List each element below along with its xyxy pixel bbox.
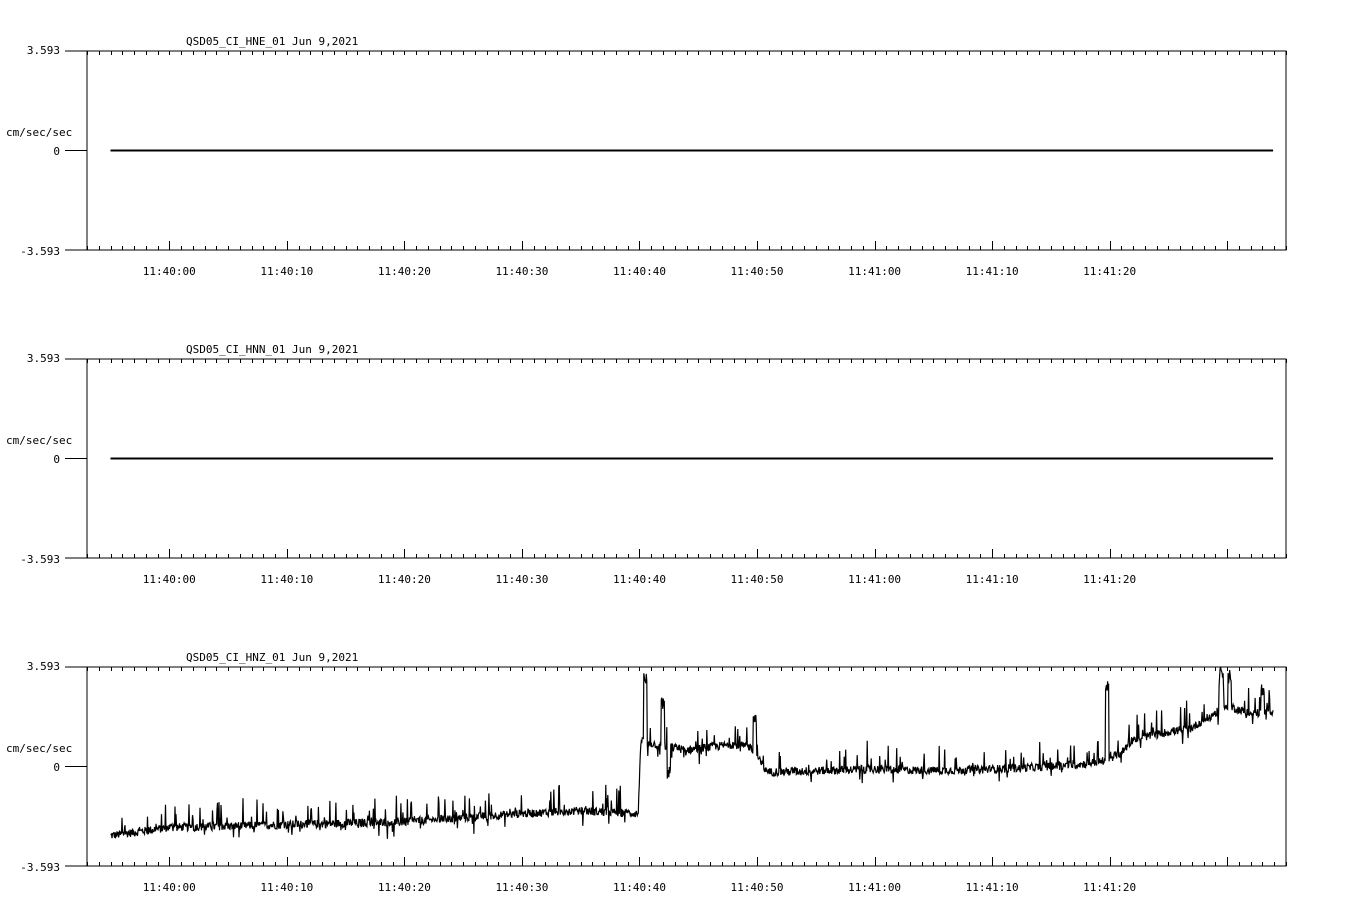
y-label: cm/sec/sec bbox=[6, 126, 72, 139]
y-label: cm/sec/sec bbox=[6, 742, 72, 755]
y-tick-label: -3.593 bbox=[20, 245, 60, 258]
x-tick-labels: 11:40:00 11:40:10 11:40:20 11:40:30 11:40:40… bbox=[143, 573, 1136, 586]
x-tick-label: 11:41:10 bbox=[966, 573, 1019, 586]
y-tick-label: 0 bbox=[53, 761, 60, 774]
y-tick-label: -3.593 bbox=[20, 553, 60, 566]
x-tick-label: 11:40:10 bbox=[260, 573, 313, 586]
x-tick-label: 11:40:20 bbox=[378, 881, 431, 894]
y-tick-label: 0 bbox=[53, 145, 60, 158]
x-tick-label: 11:41:20 bbox=[1083, 881, 1136, 894]
x-tick-label: 11:41:20 bbox=[1083, 573, 1136, 586]
x-tick-label: 11:40:50 bbox=[731, 881, 784, 894]
x-tick-labels: 11:40:00 11:40:10 11:40:20 11:40:30 11:40:40… bbox=[143, 881, 1136, 894]
x-tick-label: 11:40:50 bbox=[731, 265, 784, 278]
x-tick-label: 11:40:40 bbox=[613, 573, 666, 586]
y-tick-label: -3.593 bbox=[20, 861, 60, 874]
tick-marks bbox=[65, 666, 1287, 867]
x-tick-label: 11:40:30 bbox=[495, 881, 548, 894]
x-tick-label: 11:41:00 bbox=[848, 265, 901, 278]
chart-title: QSD05_CI_HNZ_01 Jun 9,2021 bbox=[186, 651, 358, 664]
seismogram-figure: QSD05_CI_HNE_01 Jun 9,2021 cm/sec/sec 3.… bbox=[6, 35, 1287, 894]
waveform-trace bbox=[110, 666, 1274, 839]
x-tick-label: 11:41:20 bbox=[1083, 265, 1136, 278]
x-tick-label: 11:40:00 bbox=[143, 881, 196, 894]
x-tick-label: 11:40:40 bbox=[613, 265, 666, 278]
x-tick-label: 11:40:50 bbox=[731, 573, 784, 586]
y-label: cm/sec/sec bbox=[6, 434, 72, 447]
x-tick-label: 11:40:30 bbox=[495, 265, 548, 278]
x-tick-label: 11:41:10 bbox=[966, 881, 1019, 894]
hnz-channel-panel: QSD05_CI_HNZ_01 Jun 9,2021 cm/sec/sec 3.… bbox=[6, 651, 1287, 894]
y-tick-label: 0 bbox=[53, 453, 60, 466]
hne-channel-panel: QSD05_CI_HNE_01 Jun 9,2021 cm/sec/sec 3.… bbox=[6, 35, 1287, 278]
hnn-channel-panel: QSD05_CI_HNN_01 Jun 9,2021 cm/sec/sec 3.… bbox=[6, 343, 1287, 586]
x-tick-label: 11:41:00 bbox=[848, 573, 901, 586]
x-tick-label: 11:40:00 bbox=[143, 265, 196, 278]
x-tick-label: 11:40:10 bbox=[260, 881, 313, 894]
x-tick-label: 11:41:10 bbox=[966, 265, 1019, 278]
chart-title: QSD05_CI_HNE_01 Jun 9,2021 bbox=[186, 35, 358, 48]
chart-title: QSD05_CI_HNN_01 Jun 9,2021 bbox=[186, 343, 358, 356]
y-tick-label: 3.593 bbox=[27, 44, 60, 57]
x-tick-labels: 11:40:00 11:40:10 11:40:20 11:40:30 11:40:40… bbox=[143, 265, 1136, 278]
x-tick-label: 11:40:00 bbox=[143, 573, 196, 586]
x-tick-label: 11:41:00 bbox=[848, 881, 901, 894]
x-tick-label: 11:40:30 bbox=[495, 573, 548, 586]
y-tick-label: 3.593 bbox=[27, 660, 60, 673]
x-tick-label: 11:40:10 bbox=[260, 265, 313, 278]
x-tick-label: 11:40:40 bbox=[613, 881, 666, 894]
trace-layer bbox=[110, 666, 1274, 839]
x-tick-label: 11:40:20 bbox=[378, 265, 431, 278]
x-tick-label: 11:40:20 bbox=[378, 573, 431, 586]
y-tick-label: 3.593 bbox=[27, 352, 60, 365]
